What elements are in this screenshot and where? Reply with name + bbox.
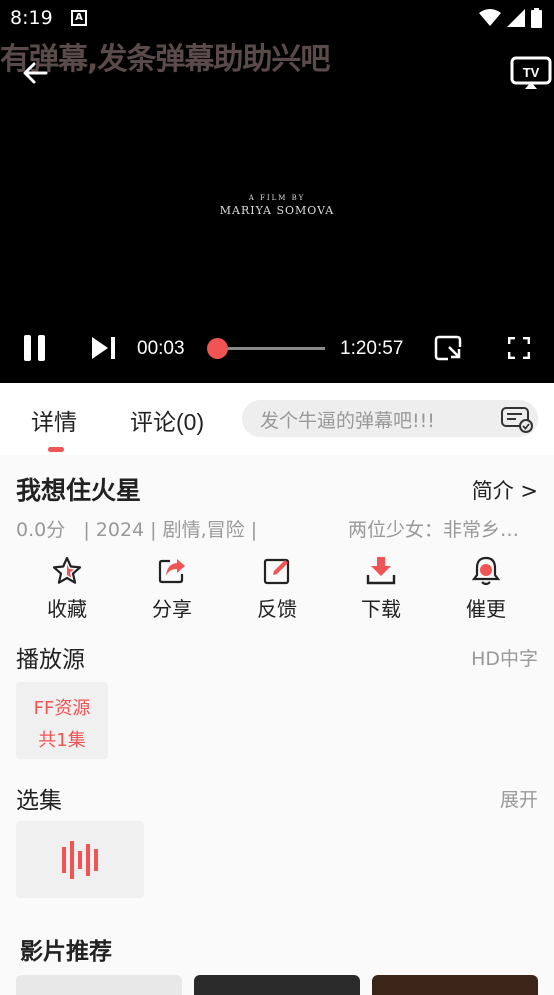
tab-indicator — [48, 447, 64, 452]
notification-icon: A — [71, 10, 87, 26]
danmu-settings-icon[interactable] — [500, 405, 534, 433]
download-button[interactable]: 下载 — [336, 555, 426, 622]
edit-icon — [261, 555, 293, 587]
film-credit-name: MARIYA SOMOVA — [0, 204, 554, 217]
share-icon — [156, 555, 188, 587]
total-time: 1:20:57 — [340, 338, 403, 360]
quality-label: HD中字 — [471, 644, 538, 671]
source-name: FF资源 — [16, 694, 108, 720]
tv-label: TV — [523, 65, 540, 80]
episode-section-title: 选集 — [16, 781, 62, 815]
episode-count: 共1集 — [16, 726, 108, 752]
next-icon[interactable] — [90, 336, 118, 360]
danmu-placeholder: 发个牛逼的弹幕吧!!! — [260, 406, 435, 433]
video-player[interactable]: 8:19 A 有弹幕,发条弹幕助助兴吧 TV A FILM BY MARIYA … — [0, 0, 554, 383]
star-icon — [51, 555, 83, 587]
action-row: 收藏 分享 反馈 下载 催更 — [0, 555, 554, 627]
recommend-section-title: 影片推荐 — [20, 932, 112, 966]
feedback-label: 反馈 — [232, 593, 322, 622]
tab-details[interactable]: 详情 — [31, 403, 77, 437]
pause-icon[interactable] — [22, 334, 48, 362]
danmu-input[interactable]: 发个牛逼的弹幕吧!!! — [242, 400, 538, 437]
urge-update-button[interactable]: 催更 — [441, 555, 531, 622]
share-button[interactable]: 分享 — [127, 555, 217, 622]
fullscreen-icon[interactable] — [508, 337, 530, 359]
player-controls: 00:03 1:20:57 — [0, 330, 554, 366]
episode-card[interactable] — [16, 821, 144, 898]
film-credit: A FILM BY MARIYA SOMOVA — [0, 194, 554, 217]
signal-icon — [507, 9, 525, 27]
rotate-screen-icon[interactable] — [434, 335, 462, 361]
collect-label: 收藏 — [22, 593, 112, 622]
urge-update-label: 催更 — [441, 593, 531, 622]
share-label: 分享 — [127, 593, 217, 622]
playing-bars-icon — [62, 841, 98, 879]
source-section-title: 播放源 — [16, 640, 85, 674]
tab-comments[interactable]: 评论(0) — [130, 403, 204, 437]
movie-info: | 2024 | 剧情,冒险 | — [83, 519, 257, 541]
download-label: 下载 — [336, 593, 426, 622]
wifi-icon — [479, 9, 501, 27]
bell-icon — [470, 555, 502, 587]
back-arrow-icon[interactable] — [18, 56, 52, 90]
movie-meta: 0.0分 | 2024 | 剧情,冒险 | — [16, 515, 257, 542]
recommend-poster[interactable] — [372, 975, 538, 995]
expand-link[interactable]: 展开 — [500, 785, 538, 812]
current-time: 00:03 — [137, 338, 185, 360]
status-bar: 8:19 A — [0, 0, 554, 36]
tab-bar: 详情 评论(0) 发个牛逼的弹幕吧!!! — [0, 383, 554, 455]
source-card[interactable]: FF资源 共1集 — [16, 682, 108, 759]
intro-link[interactable]: 简介 > — [472, 475, 538, 505]
feedback-button[interactable]: 反馈 — [232, 555, 322, 622]
recommend-poster[interactable] — [16, 975, 182, 995]
movie-description[interactable]: 两位少女：非常乡村的故事 — [348, 515, 538, 542]
progress-thumb[interactable] — [207, 338, 228, 359]
movie-score: 0.0分 — [16, 519, 65, 541]
collect-button[interactable]: 收藏 — [22, 555, 112, 622]
battery-icon — [531, 8, 542, 28]
status-time: 8:19 — [10, 7, 53, 29]
cast-tv-icon[interactable]: TV — [510, 56, 552, 90]
film-credit-small: A FILM BY — [0, 194, 554, 202]
progress-track[interactable] — [212, 347, 325, 350]
download-icon — [365, 555, 397, 587]
detail-content: 我想住火星 简介 > 0.0分 | 2024 | 剧情,冒险 | 两位少女：非常… — [0, 455, 554, 985]
recommend-poster[interactable] — [194, 975, 360, 995]
movie-title: 我想住火星 — [16, 471, 141, 507]
